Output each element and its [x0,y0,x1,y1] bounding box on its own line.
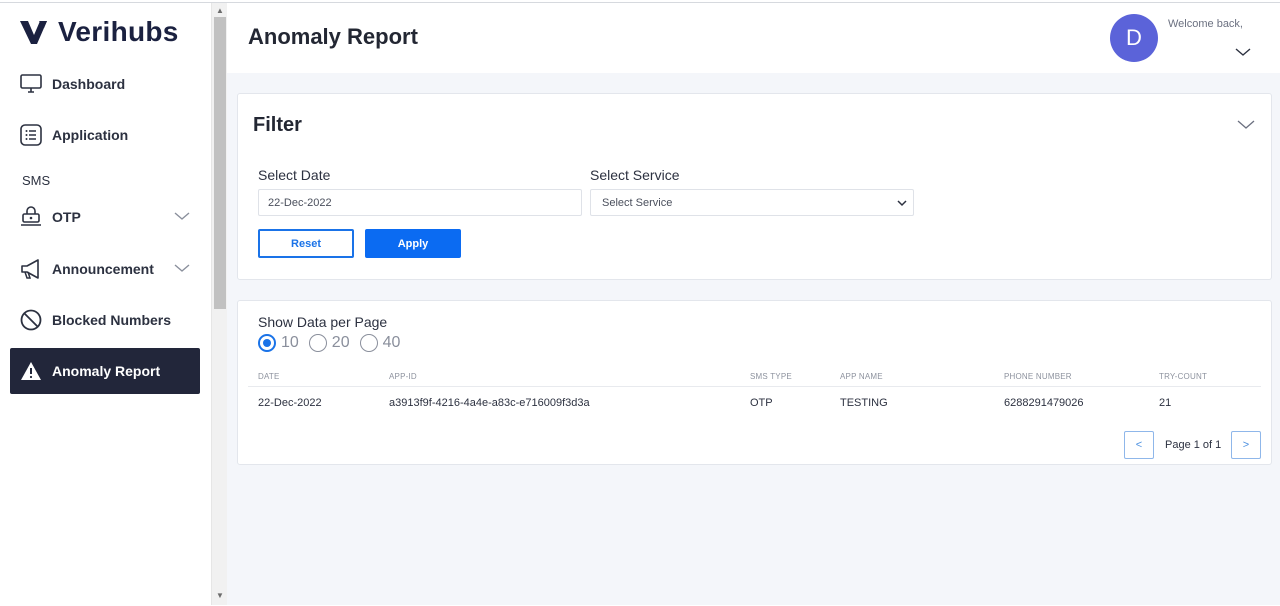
radio-circle[interactable] [308,334,327,352]
perpage-option-40[interactable]: 40 [359,334,401,352]
brand-logo[interactable]: Verihubs [20,15,179,49]
perpage-option-20[interactable]: 20 [308,334,350,352]
radio-label: 20 [331,334,350,351]
user-menu-chevron-icon[interactable] [1235,47,1251,57]
cell-sms-type: OTP [750,397,773,409]
perpage-option-10[interactable]: 10 [258,334,299,352]
avatar[interactable]: D [1110,14,1158,62]
scrollbar-thumb[interactable] [214,17,226,309]
chevron-down-icon [174,212,190,220]
verihubs-logo-icon [20,21,47,44]
cell-phone-number: 6288291479026 [1004,397,1084,409]
sidebar: Verihubs Dashboard Application SMS OTP A… [0,3,211,605]
cell-app-name: TESTING [840,397,888,409]
sidebar-scrollbar[interactable]: ▲ ▼ [211,3,227,605]
service-select[interactable]: Select Service [590,189,914,216]
chevron-down-icon [897,200,907,207]
blocked-icon [20,309,42,331]
list-icon [20,124,42,146]
column-header-date: DATE [258,372,280,381]
otp-icon [20,206,42,228]
sidebar-item-anomaly-report[interactable]: Anomaly Report [10,348,200,394]
radio-label: 40 [382,334,401,351]
service-select-value: Select Service [602,196,673,209]
welcome-text: Welcome back, [1168,18,1243,30]
filter-card: Filter Select Date 22-Dec-2022 Select Se… [237,93,1272,280]
sidebar-item-blocked-numbers[interactable]: Blocked Numbers [10,297,200,343]
sidebar-item-label: Application [52,127,129,143]
sidebar-item-label: Anomaly Report [52,363,161,379]
date-label: Select Date [258,167,331,183]
table-header-divider [248,386,1261,387]
scroll-up-icon[interactable]: ▲ [215,6,225,16]
sidebar-section-sms: SMS [22,173,51,188]
sidebar-item-label: Dashboard [52,76,126,92]
sidebar-item-dashboard[interactable]: Dashboard [10,61,200,107]
filter-title: Filter [253,114,302,136]
cell-date: 22-Dec-2022 [258,397,322,409]
radio-circle[interactable] [258,334,276,352]
brand-name: Verihubs [58,16,179,47]
radio-circle[interactable] [359,334,378,352]
app-window: Verihubs Dashboard Application SMS OTP A… [0,2,1280,605]
column-header-app-id: APP-ID [389,372,417,381]
page-header: Anomaly Report D Welcome back, [227,3,1280,73]
date-input[interactable]: 22-Dec-2022 [258,189,582,216]
sidebar-item-otp[interactable]: OTP [10,194,200,240]
main-content: Anomaly Report D Welcome back, Filter Se… [227,3,1280,605]
column-header-app-name: APP NAME [840,372,883,381]
sidebar-item-announcement[interactable]: Announcement [10,246,200,292]
column-header-try-count: TRY-COUNT [1159,372,1208,381]
sidebar-item-application[interactable]: Application [10,112,200,158]
cell-app-id: a3913f9f-4216-4a4e-a83c-e716009f3d3a [389,397,590,409]
service-label: Select Service [590,167,680,183]
data-card: Show Data per Page 10 20 40 DATE APP-ID … [237,300,1272,465]
cell-try-count: 21 [1159,397,1172,409]
radio-label: 10 [281,334,299,351]
sidebar-item-label: OTP [52,209,81,225]
collapse-chevron-icon[interactable] [1237,120,1255,130]
page-title: Anomaly Report [248,24,418,49]
megaphone-icon [20,258,42,280]
perpage-label: Show Data per Page [258,314,388,330]
monitor-icon [20,73,42,95]
prev-page-button[interactable]: < [1124,431,1154,459]
chevron-down-icon [174,264,190,272]
page-indicator: Page 1 of 1 [1165,439,1222,451]
sidebar-item-label: Blocked Numbers [52,312,172,328]
warning-icon [20,360,42,382]
perpage-radio-group: 10 20 40 [258,334,410,352]
column-header-phone-number: PHONE NUMBER [1004,372,1072,381]
apply-button[interactable]: Apply [365,229,461,258]
next-page-button[interactable]: > [1231,431,1261,459]
sidebar-item-label: Announcement [52,261,154,277]
column-header-sms-type: SMS TYPE [750,372,792,381]
reset-button[interactable]: Reset [258,229,354,258]
scroll-down-icon[interactable]: ▼ [215,591,225,601]
